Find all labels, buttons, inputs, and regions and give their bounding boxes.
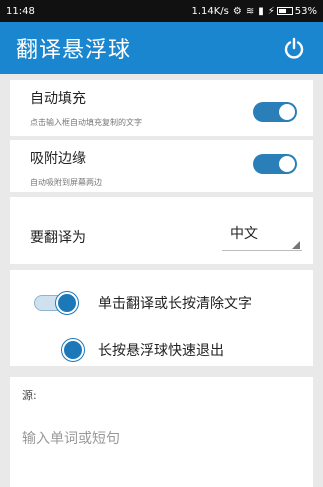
- alarm-icon: ⚙: [232, 5, 242, 17]
- source-input[interactable]: [22, 427, 292, 451]
- power-icon[interactable]: [281, 35, 307, 61]
- source-label: 源:: [22, 389, 37, 402]
- auto-fill-setting[interactable]: 自动填充 点击输入框自动填充复制的文字: [10, 80, 313, 136]
- modes-card: 单击翻译或长按清除文字 长按悬浮球快速退出: [10, 270, 313, 366]
- dropdown-underline: [222, 250, 302, 251]
- translate-target-card: 要翻译为 中文: [10, 197, 313, 264]
- status-bar: 11:48 1.14K/s ⚙ ≋ ▮ ⚡ 53%: [0, 0, 323, 22]
- toggle-thumb: [279, 104, 295, 120]
- toggle-thumb: [279, 156, 295, 172]
- app-bar: 翻译悬浮球: [0, 22, 323, 74]
- snap-edge-subtitle: 自动吸附到屏幕两边: [30, 178, 102, 187]
- snap-edge-setting[interactable]: 吸附边缘 自动吸附到屏幕两边: [10, 140, 313, 192]
- language-selected: 中文: [230, 226, 258, 242]
- translate-target-row: 要翻译为 中文: [10, 197, 313, 264]
- signal-icon: ▮: [258, 5, 264, 17]
- switch-thumb: [56, 292, 78, 314]
- network-speed: 1.14K/s: [191, 5, 229, 17]
- snap-edge-toggle[interactable]: [253, 154, 297, 174]
- app-title: 翻译悬浮球: [16, 38, 132, 63]
- longpress-mode-row[interactable]: 长按悬浮球快速退出: [10, 333, 313, 367]
- translate-target-label: 要翻译为: [30, 230, 86, 246]
- battery-icon: [276, 7, 293, 15]
- longpress-mode-radio[interactable]: [62, 339, 84, 361]
- status-indicators: 1.14K/s ⚙ ≋ ▮ ⚡ 53%: [191, 6, 317, 17]
- wifi-icon: ≋: [245, 5, 255, 17]
- auto-fill-toggle[interactable]: [253, 102, 297, 122]
- language-dropdown[interactable]: 中文: [222, 217, 302, 251]
- battery-indicator: ⚡ 53%: [268, 6, 317, 17]
- dropdown-caret-icon: [292, 241, 300, 249]
- auto-fill-row: 自动填充 点击输入框自动填充复制的文字: [10, 80, 313, 136]
- longpress-mode-label: 长按悬浮球快速退出: [98, 343, 224, 359]
- tap-mode-row[interactable]: 单击翻译或长按清除文字: [10, 286, 313, 320]
- snap-edge-row: 吸附边缘 自动吸附到屏幕两边: [10, 140, 313, 192]
- status-time: 11:48: [6, 5, 35, 17]
- source-input-card: 源:: [10, 377, 313, 487]
- charging-icon: ⚡: [267, 5, 275, 17]
- tap-mode-switch[interactable]: [34, 292, 78, 314]
- tap-mode-label: 单击翻译或长按清除文字: [98, 296, 252, 312]
- battery-percent: 53%: [294, 5, 317, 17]
